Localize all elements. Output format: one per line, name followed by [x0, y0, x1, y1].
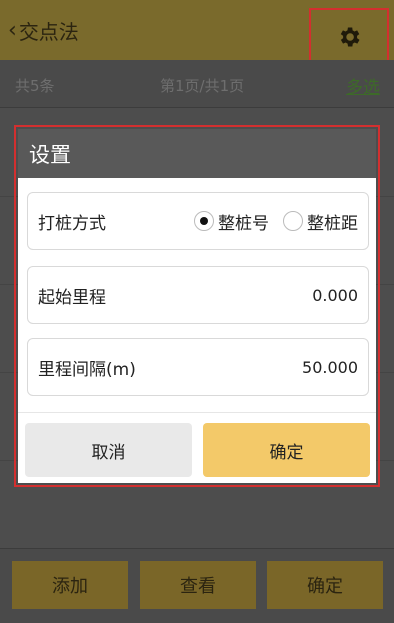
pile-method-row: 打桩方式 整桩号 整桩距: [27, 192, 369, 250]
bottom-toolbar: 添加 查看 确定: [0, 548, 394, 623]
pile-method-radio-group: 整桩号 整桩距: [194, 209, 358, 234]
mileage-interval-value[interactable]: 50.000: [302, 358, 358, 377]
radio-unselected-icon: [283, 211, 303, 231]
mileage-interval-field[interactable]: 里程间隔(m) 50.000: [27, 338, 369, 396]
start-mileage-label: 起始里程: [38, 287, 106, 308]
list-header: 共5条 第1页/共1页 多选: [0, 60, 394, 108]
chevron-left-icon: ‹: [8, 17, 17, 43]
page-title: 交点法: [18, 20, 79, 44]
confirm-button[interactable]: 确定: [203, 423, 370, 477]
start-mileage-value[interactable]: 0.000: [312, 286, 358, 305]
pile-method-label: 打桩方式: [38, 213, 106, 234]
settings-dialog: 设置 打桩方式 整桩号 整桩距 起始里程 0.000 里程间隔(m) 50.00…: [18, 129, 376, 483]
page-indicator: 第1页/共1页: [160, 77, 245, 95]
top-bar: ‹ 交点法: [0, 0, 394, 66]
confirm-footer-button[interactable]: 确定: [267, 561, 383, 609]
view-button[interactable]: 查看: [140, 561, 256, 609]
dialog-divider: [18, 412, 376, 413]
start-mileage-field[interactable]: 起始里程 0.000: [27, 266, 369, 324]
cancel-button[interactable]: 取消: [25, 423, 192, 477]
item-count: 共5条: [15, 77, 55, 95]
radio-selected-icon: [194, 211, 214, 231]
add-button[interactable]: 添加: [12, 561, 128, 609]
settings-button[interactable]: [309, 8, 389, 66]
dialog-title: 设置: [18, 129, 376, 178]
radio-label: 整桩号: [218, 213, 269, 234]
multi-select-link[interactable]: 多选: [346, 73, 380, 98]
radio-whole-pile-distance[interactable]: 整桩距: [283, 209, 358, 234]
mileage-interval-label: 里程间隔(m): [38, 359, 136, 380]
back-button[interactable]: ‹ 交点法: [8, 16, 79, 45]
radio-label: 整桩距: [307, 213, 358, 234]
gear-icon: [340, 27, 360, 47]
radio-whole-pile-number[interactable]: 整桩号: [194, 209, 269, 234]
